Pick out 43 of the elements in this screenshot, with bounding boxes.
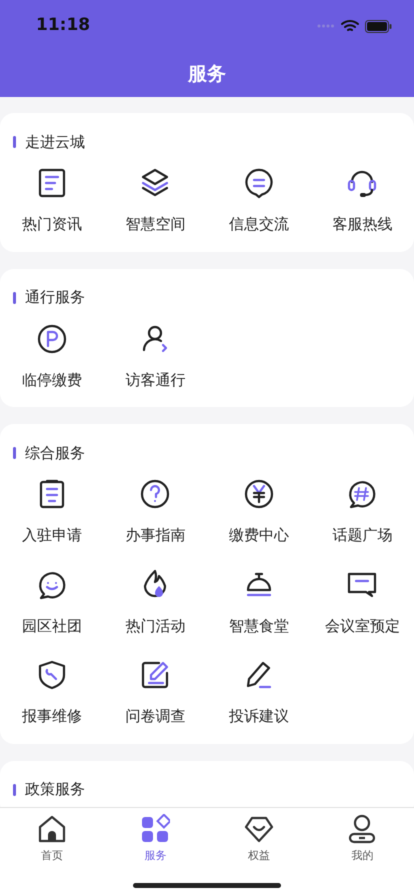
section-title: 政策服务 [25, 779, 85, 800]
service-item[interactable]: 入驻申请 [0, 478, 104, 546]
service-item[interactable]: 热门活动 [104, 568, 207, 637]
accent-bar [13, 447, 16, 459]
section-title: 通行服务 [25, 287, 85, 308]
accent-bar [13, 136, 16, 148]
service-item[interactable]: 会议室预定 [310, 568, 414, 637]
service-item[interactable]: 话题广场 [310, 478, 414, 546]
service-item[interactable]: 园区社团 [0, 568, 104, 637]
page-title: 服务 [188, 62, 226, 88]
signal-icon [317, 24, 335, 28]
accent-bar [13, 784, 16, 796]
question-icon [139, 478, 172, 510]
service-item[interactable]: 信息交流 [207, 167, 310, 236]
section-title: 走进云城 [25, 132, 85, 153]
service-item[interactable]: 投诉建议 [207, 659, 310, 728]
service-item[interactable]: 访客通行 [104, 322, 207, 391]
service-item[interactable]: 智慧食堂 [207, 568, 310, 637]
hashtag-bubble-icon [346, 478, 378, 510]
yuan-icon [242, 478, 275, 510]
status-time: 11:18 [36, 14, 90, 38]
user-icon [347, 814, 378, 844]
service-item[interactable]: 问卷调查 [104, 659, 207, 728]
tab-item[interactable]: 首页 [0, 814, 104, 864]
parking-icon [36, 322, 68, 354]
service-item[interactable]: 办事指南 [104, 478, 207, 546]
service-item[interactable]: 客服热线 [310, 167, 414, 236]
service-item[interactable]: 智慧空间 [104, 167, 207, 236]
home-icon [36, 814, 67, 844]
tab-item[interactable]: 服务 [104, 814, 207, 864]
grid-icon [140, 814, 170, 844]
tab-item[interactable]: 我的 [310, 814, 414, 864]
service-item[interactable]: 热门资讯 [0, 167, 104, 236]
service-item[interactable]: 缴费中心 [207, 478, 310, 546]
tab-item[interactable]: 权益 [207, 814, 310, 864]
accent-bar [13, 292, 16, 304]
battery-icon [365, 20, 392, 32]
chat-bubble-icon [242, 167, 275, 199]
section-title: 综合服务 [25, 442, 85, 464]
service-item[interactable]: 报事维修 [0, 659, 104, 728]
gem-icon [244, 814, 274, 844]
wifi-icon [341, 19, 359, 33]
service-item[interactable]: 临停缴费 [0, 322, 104, 391]
